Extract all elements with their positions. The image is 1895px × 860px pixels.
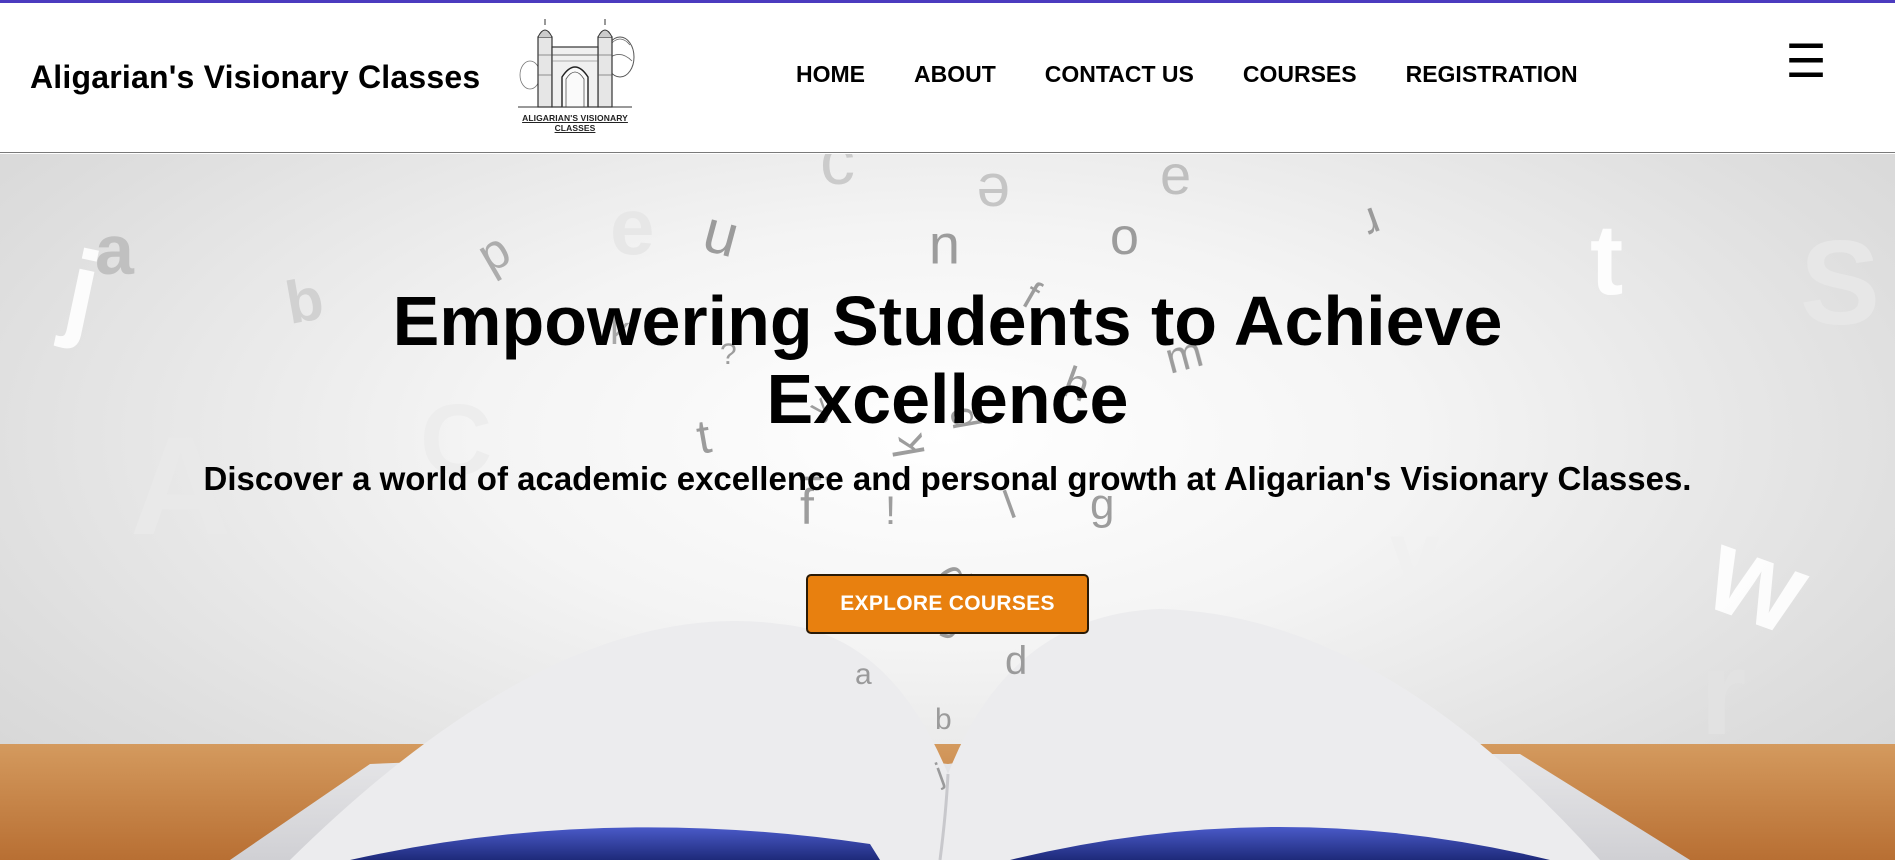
nav-about[interactable]: ABOUT — [914, 61, 996, 88]
main-nav: HOME ABOUT CONTACT US COURSES REGISTRATI… — [796, 61, 1627, 88]
nav-home[interactable]: HOME — [796, 61, 865, 88]
svg-text:d: d — [1005, 639, 1027, 683]
svg-text:e: e — [977, 161, 1010, 228]
svg-text:r: r — [1356, 197, 1388, 251]
svg-text:S: S — [1800, 216, 1880, 350]
svg-text:u: u — [929, 222, 960, 285]
site-logo[interactable]: ALIGARIAN'S VISIONARY CLASSES — [510, 15, 640, 133]
svg-text:o: o — [1110, 208, 1139, 266]
nav-contact-us[interactable]: CONTACT US — [1045, 61, 1194, 88]
hero-subtitle: Discover a world of academic excellence … — [203, 460, 1692, 497]
hero-title: Empowering Students to Achieve Excellenc… — [392, 282, 1503, 438]
hero-background-image: j a b e t S w v r A C u p u o r c e e m … — [0, 154, 1895, 860]
nav-registration[interactable]: REGISTRATION — [1406, 61, 1578, 88]
site-title[interactable]: Aligarian's Visionary Classes — [30, 59, 480, 96]
gate-logo-icon — [518, 19, 635, 108]
svg-text:v: v — [1390, 504, 1440, 604]
svg-text:r: r — [1700, 626, 1747, 760]
svg-text:e: e — [1160, 154, 1191, 206]
hamburger-icon[interactable]: ☰ — [1785, 38, 1827, 84]
explore-courses-button[interactable]: EXPLORE COURSES — [806, 574, 1089, 634]
svg-text:a: a — [855, 658, 872, 691]
hero-section: j a b e t S w v r A C u p u o r c e e m … — [0, 154, 1895, 860]
svg-text:e: e — [610, 182, 655, 271]
site-header: Aligarian's Visionary Classes ALIGARIAN'… — [0, 3, 1895, 153]
svg-text:p: p — [468, 221, 520, 283]
svg-text:c: c — [820, 154, 855, 199]
nav-courses[interactable]: COURSES — [1243, 61, 1357, 88]
svg-text:a: a — [95, 211, 135, 289]
svg-text:b: b — [935, 703, 952, 736]
svg-text:u: u — [697, 197, 747, 270]
logo-caption: ALIGARIAN'S VISIONARY CLASSES — [522, 113, 628, 133]
